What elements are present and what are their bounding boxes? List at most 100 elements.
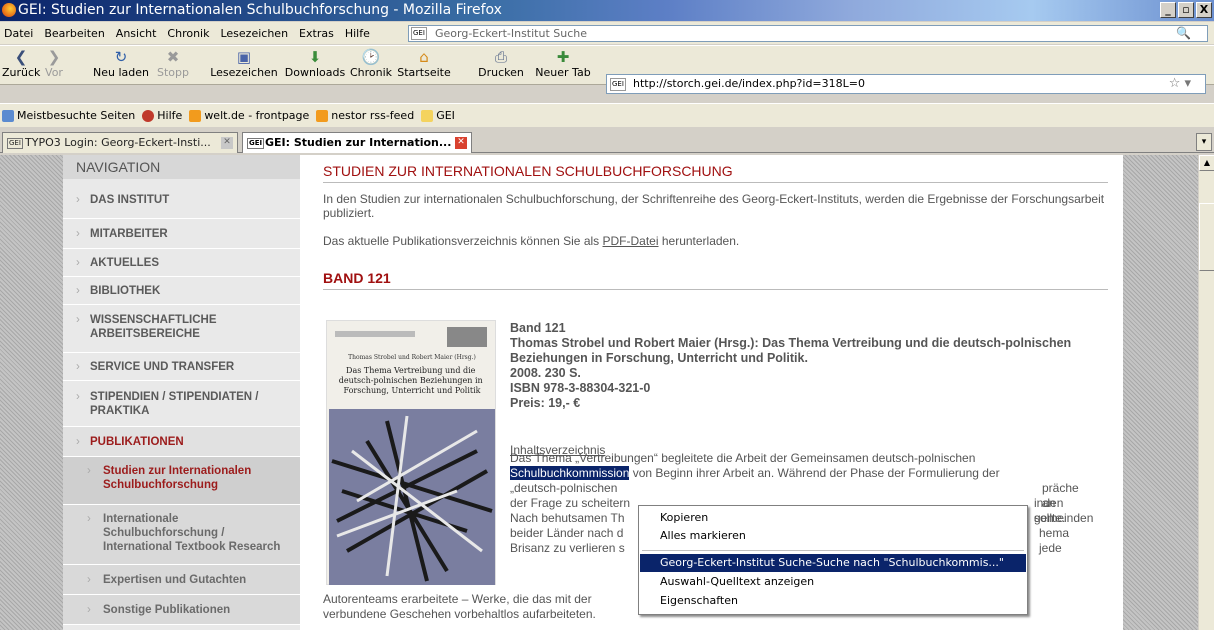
- close-window-button[interactable]: X: [1196, 2, 1212, 18]
- stop-button[interactable]: ✖ Stopp: [152, 48, 194, 79]
- maximize-button[interactable]: ▫: [1178, 2, 1194, 18]
- tab-close-icon[interactable]: ✕: [221, 137, 233, 149]
- context-properties[interactable]: Eigenschaften: [640, 592, 1026, 610]
- bookmark-label: nestor rss-feed: [331, 109, 415, 122]
- nav-item-mitarbeiter[interactable]: MITARBEITER: [63, 219, 300, 249]
- bookmark-welt[interactable]: welt.de - frontpage: [189, 109, 309, 122]
- forward-button[interactable]: ❯ Vor: [40, 48, 68, 79]
- menu-lesezeichen[interactable]: Lesezeichen: [220, 27, 288, 40]
- context-copy[interactable]: Kopieren: [640, 509, 1026, 527]
- new-tab-button[interactable]: ✚ Neuer Tab: [530, 48, 596, 79]
- tab-list-button[interactable]: ▾: [1196, 133, 1212, 151]
- book-price: Preis: 19,- €: [510, 396, 581, 410]
- address-bar[interactable]: GEI http://storch.gei.de/index.php?id=31…: [606, 74, 1206, 94]
- pdf-suffix: herunterladen.: [658, 234, 740, 248]
- url-text: http://storch.gei.de/index.php?id=318L=0: [633, 77, 865, 90]
- menu-chronik[interactable]: Chronik: [167, 27, 209, 40]
- body-text: „deutsch-polnischen: [510, 481, 618, 495]
- nav-subitem-international[interactable]: Internationale Schulbuchforschung / Inte…: [63, 505, 300, 565]
- bookmarks-icon: ▣: [236, 48, 252, 66]
- bookmark-help[interactable]: Hilfe: [142, 109, 182, 122]
- nav-item-stipendien[interactable]: STIPENDIEN / STIPENDIATEN / PRAKTIKA: [63, 381, 300, 427]
- bookmark-most-visited[interactable]: Meistbesuchte Seiten: [2, 109, 135, 122]
- scroll-up-button[interactable]: ▲: [1199, 155, 1214, 171]
- selected-text[interactable]: Schulbuchkommission: [510, 466, 630, 480]
- history-icon: 🕑: [361, 48, 381, 66]
- cover-authors: Thomas Strobel und Robert Maier (Hrsg.): [348, 354, 476, 361]
- tab-typo3-login[interactable]: GEI TYPO3 Login: Georg-Eckert-Insti... ✕: [2, 132, 238, 153]
- back-label: Zurück: [2, 66, 41, 79]
- search-icon[interactable]: 🔍: [1176, 26, 1191, 41]
- book-year: 2008. 230 S.: [510, 366, 581, 380]
- bookmark-nestor[interactable]: nestor rss-feed: [316, 109, 414, 122]
- body-line: verbundene Geschehen vorbehaltlos aufarb…: [323, 607, 596, 621]
- help-icon: [142, 109, 155, 122]
- body-line: Schulbuchkommission von Beginn ihrer Arb…: [510, 466, 1070, 481]
- nav-item-arbeitsbereiche[interactable]: WISSENSCHAFTLICHE ARBEITSBEREICHE: [63, 305, 300, 353]
- window-controls: _ ▫ X: [1160, 2, 1212, 18]
- print-icon: ⎙: [494, 48, 507, 66]
- bookmarks-button[interactable]: ▣ Lesezeichen: [206, 48, 282, 79]
- bookmarks-label: Lesezeichen: [210, 66, 278, 79]
- context-search-selection[interactable]: Georg-Eckert-Institut Suche-Suche nach "…: [640, 554, 1026, 572]
- back-button[interactable]: ❮ Zurück: [2, 48, 40, 79]
- tab-gei-studien[interactable]: GEI GEI: Studien zur Internation... ✕: [242, 132, 472, 153]
- body-line: Autorenteams erarbeitete – Werke, die da…: [323, 592, 592, 606]
- scroll-thumb[interactable]: [1199, 203, 1214, 271]
- nav-subitem-expertisen[interactable]: Expertisen und Gutachten: [63, 565, 300, 595]
- print-button[interactable]: ⎙ Drucken: [474, 48, 528, 79]
- body-text: Nach behutsamen Th: [510, 511, 625, 525]
- firefox-icon: [2, 3, 16, 17]
- menu-ansicht[interactable]: Ansicht: [116, 27, 157, 40]
- menu-hilfe[interactable]: Hilfe: [345, 27, 370, 40]
- menu-extras[interactable]: Extras: [299, 27, 334, 40]
- site-icon: GEI: [7, 138, 23, 149]
- window-title: GEI: Studien zur Internationalen Schulbu…: [18, 2, 502, 18]
- downloads-button[interactable]: ⬇ Downloads: [283, 48, 347, 79]
- nav-item-bibliothek[interactable]: BIBLIOTHEK: [63, 277, 300, 305]
- pdf-prefix: Das aktuelle Publikationsverzeichnis kön…: [323, 234, 603, 248]
- folder-icon: [421, 109, 434, 122]
- nav-subitem-studien[interactable]: Studien zur Internationalen Schulbuchfor…: [63, 457, 300, 505]
- bookmark-gei[interactable]: GEI: [421, 109, 455, 122]
- history-button[interactable]: 🕑 Chronik: [347, 48, 395, 79]
- search-input[interactable]: GEI Georg-Eckert-Institut Suche 🔍: [408, 25, 1208, 42]
- nav-item-aktuelles[interactable]: AKTUELLES: [63, 249, 300, 277]
- window-title-bar[interactable]: GEI: Studien zur Internationalen Schulbu…: [0, 0, 1214, 21]
- reload-button[interactable]: ↻ Neu laden: [90, 48, 152, 79]
- stop-label: Stopp: [157, 66, 189, 79]
- search-engine-icon[interactable]: GEI: [411, 27, 427, 40]
- tab-close-icon[interactable]: ✕: [455, 137, 467, 149]
- nav-item-service[interactable]: SERVICE UND TRANSFER: [63, 353, 300, 381]
- page-title: STUDIEN ZUR INTERNATIONALEN SCHULBUCHFOR…: [323, 155, 1108, 183]
- most-visited-icon: [2, 109, 14, 122]
- nav-subitem-sonstige[interactable]: Sonstige Publikationen: [63, 595, 300, 625]
- home-button[interactable]: ⌂ Startseite: [395, 48, 453, 79]
- bookmark-star-icon[interactable]: ☆ ▾: [1169, 75, 1191, 93]
- book-info: Band 121 Thomas Strobel und Robert Maier…: [510, 321, 1080, 411]
- book-title: Thomas Strobel und Robert Maier (Hrsg.):…: [510, 336, 1072, 365]
- context-menu: Kopieren Alles markieren Georg-Eckert-In…: [638, 505, 1028, 615]
- forward-label: Vor: [45, 66, 63, 79]
- cover-title: Das Thema Vertreibung und die deutsch-po…: [339, 366, 485, 395]
- minimize-button[interactable]: _: [1160, 2, 1176, 18]
- body-text: gemeinden: [1034, 511, 1094, 525]
- reload-label: Neu laden: [93, 66, 149, 79]
- pdf-link[interactable]: PDF-Datei: [603, 234, 659, 248]
- body-text: hema jede: [1039, 526, 1070, 555]
- context-separator: [642, 550, 1024, 551]
- nav-item-publikationen[interactable]: PUBLIKATIONEN: [63, 427, 300, 457]
- menu-bearbeiten[interactable]: Bearbeiten: [44, 27, 104, 40]
- body-text: von Beginn ihrer Arbeit an. Während der …: [629, 466, 1000, 480]
- context-view-source[interactable]: Auswahl-Quelltext anzeigen: [640, 573, 1026, 591]
- menu-datei[interactable]: Datei: [4, 27, 33, 40]
- nav-item-institut[interactable]: DAS INSTITUT: [63, 179, 300, 219]
- body-continuation: Autorenteams erarbeitete – Werke, die da…: [323, 592, 596, 622]
- body-line: „deutsch-polnischen präche an: [510, 481, 1079, 510]
- home-icon: ⌂: [419, 48, 429, 66]
- bookmarks-toolbar: Meistbesuchte Seiten Hilfe welt.de - fro…: [0, 103, 1214, 127]
- context-select-all[interactable]: Alles markieren: [640, 527, 1026, 545]
- tab-label: GEI: Studien zur Internation...: [265, 136, 452, 149]
- vertical-scrollbar[interactable]: ▲: [1198, 155, 1214, 630]
- book-cover-image[interactable]: Thomas Strobel und Robert Maier (Hrsg.) …: [326, 320, 496, 585]
